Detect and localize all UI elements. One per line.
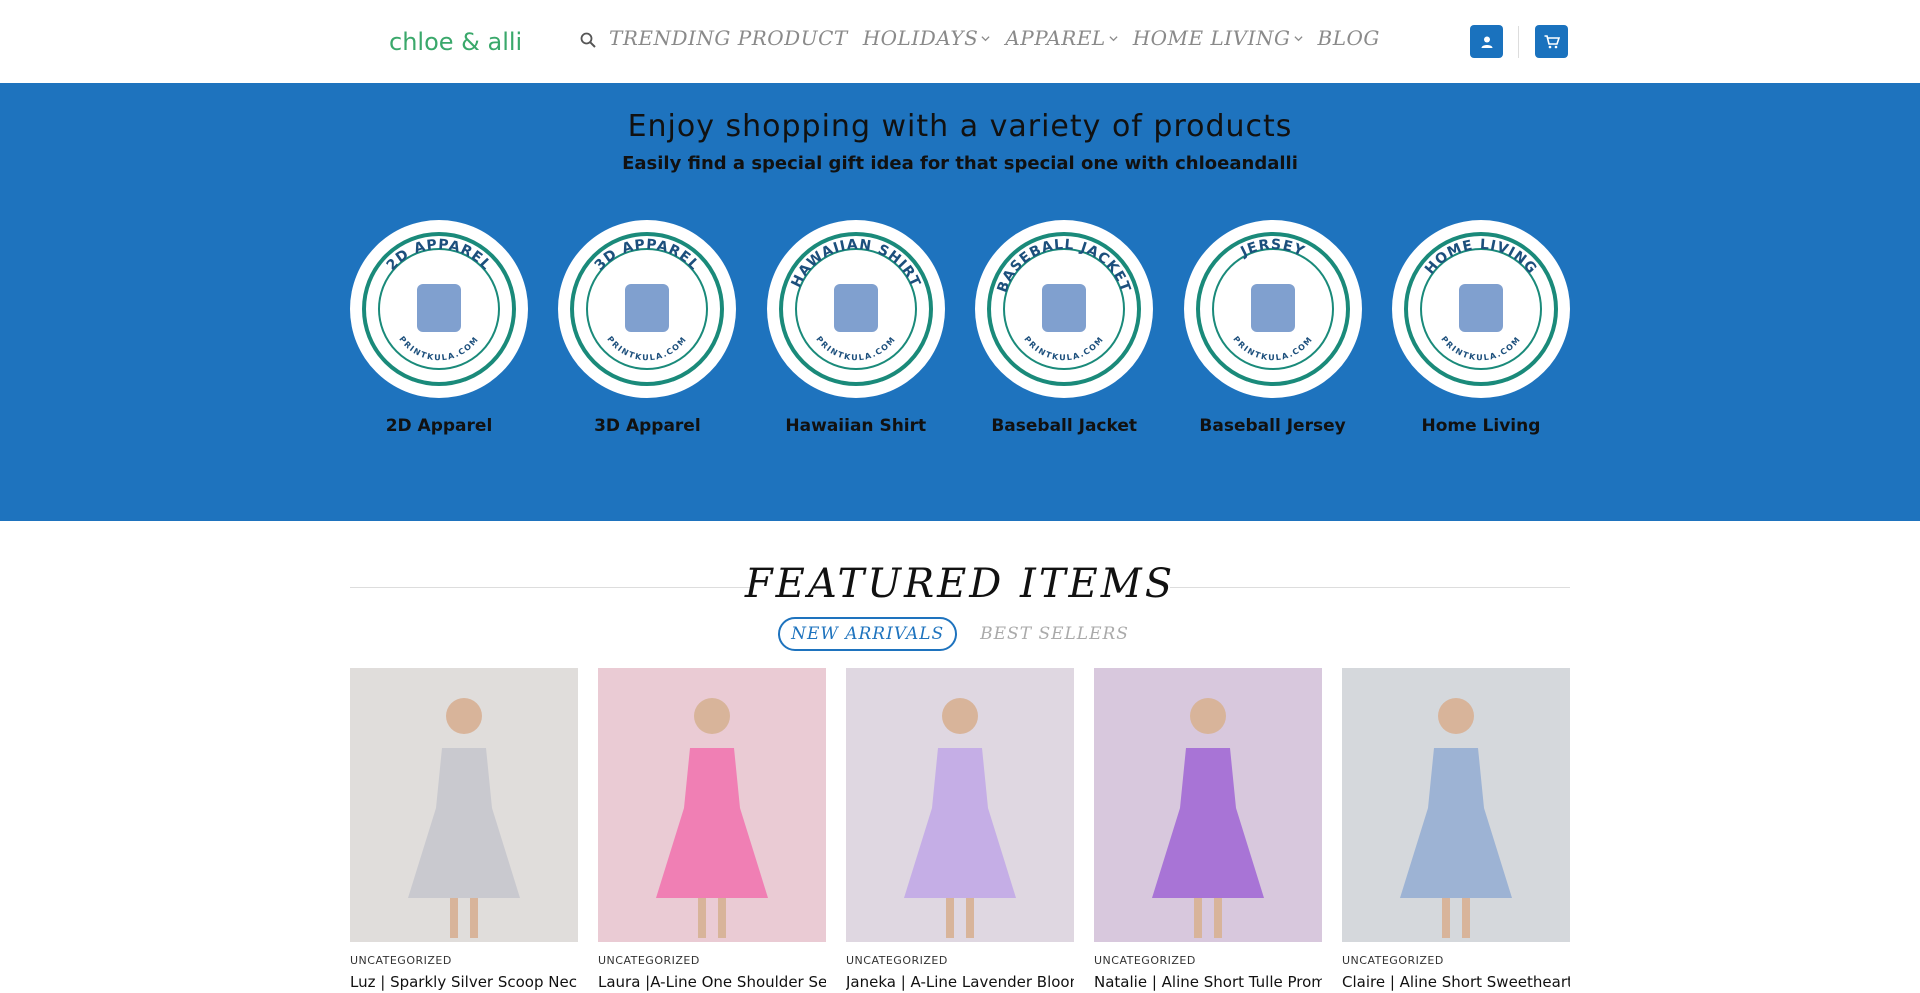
category-badge-graphic: 2D APPARELPRINTKULA.COM	[362, 232, 516, 386]
main-nav: TRENDING PRODUCT HOLIDAYS APPAREL HOME L…	[609, 26, 1380, 50]
category-badge-graphic: HAWAIIAN SHIRTPRINTKULA.COM	[778, 232, 933, 386]
nav-item-trending-product[interactable]: TRENDING PRODUCT	[609, 26, 848, 50]
product-thumbnail	[417, 284, 461, 332]
product-thumbnail	[1458, 284, 1503, 332]
product-card[interactable]: UNCATEGORIZED Janeka | A-Line Lavender Bl…	[846, 668, 1074, 992]
nav-item-apparel[interactable]: APPAREL	[1005, 26, 1118, 50]
category-baseball-jersey[interactable]: JERSEY PRINTKULA.COM Baseball Jersey	[1183, 220, 1362, 436]
chevron-down-icon	[1293, 35, 1303, 41]
category-label: 2D Apparel	[385, 416, 493, 436]
search-icon[interactable]	[580, 32, 596, 48]
user-icon	[1481, 36, 1492, 48]
product-image[interactable]	[598, 668, 826, 942]
product-category[interactable]: UNCATEGORIZED	[598, 954, 826, 967]
product-image[interactable]	[1342, 668, 1570, 942]
tab-new-arrivals[interactable]: NEW ARRIVALS	[778, 617, 958, 651]
product-title[interactable]: Luz | Sparkly Silver Scoop Neck Mirror T…	[350, 972, 578, 992]
product-card[interactable]: UNCATEGORIZED Luz | Sparkly Silver Scoop …	[350, 668, 578, 992]
cart-icon	[1544, 34, 1560, 48]
product-thumbnail	[625, 284, 670, 332]
site-logo[interactable]: chloe & alli	[389, 28, 522, 56]
product-image[interactable]	[350, 668, 578, 942]
nav-item-holidays[interactable]: HOLIDAYS	[863, 26, 991, 50]
hero-subtitle: Easily find a special gift idea for that…	[622, 153, 1298, 174]
hero-title: Enjoy shopping with a variety of product…	[627, 109, 1293, 144]
category-badge: HOME LIVING PRINTKULA.COM	[1391, 220, 1570, 398]
product-title[interactable]: Laura |A-Line One Shoulder Sequins Homec…	[598, 972, 826, 992]
featured-title: FEATURED ITEMS	[744, 561, 1176, 607]
category-badge: 3D APPAREL PRINTKULA.COM	[558, 220, 737, 398]
category-badge-graphic: HOME LIVINGPRINTKULA.COM	[1403, 232, 1558, 386]
nav-item-blog[interactable]: BLOG	[1318, 26, 1380, 50]
product-grid: UNCATEGORIZED Luz | Sparkly Silver Scoop …	[350, 668, 1570, 992]
site-header: chloe & alli TRENDING PRODUCT HOLIDAYS A…	[0, 0, 1920, 83]
product-category[interactable]: UNCATEGORIZED	[1342, 954, 1570, 967]
product-title[interactable]: Natalie | Aline Short Tulle Prom Dress w…	[1094, 972, 1322, 992]
product-thumbnail	[1042, 284, 1087, 332]
model-head	[694, 698, 730, 734]
category-label: Baseball Jacket	[991, 416, 1137, 436]
chevron-down-icon	[1109, 35, 1118, 41]
product-title[interactable]: Claire | Aline Short Sweetheart Tulle Fl…	[1342, 972, 1570, 992]
product-category[interactable]: UNCATEGORIZED	[846, 954, 1074, 967]
category-label: Baseball Jersey	[1199, 416, 1346, 436]
product-image[interactable]	[1094, 668, 1322, 942]
category-home-living[interactable]: HOME LIVING PRINTKULA.COM Home Living	[1391, 220, 1570, 436]
category-3d-apparel[interactable]: 3D APPAREL PRINTKULA.COM 3D Apparel	[558, 220, 737, 436]
product-title[interactable]: Janeka | A-Line Lavender Bloom Mini Home…	[846, 972, 1074, 992]
product-card[interactable]: UNCATEGORIZED Claire | Aline Short Sweeth…	[1342, 668, 1570, 992]
product-thumbnail	[833, 284, 878, 332]
hero-section: Enjoy shopping with a variety of product…	[0, 83, 1920, 521]
model-head	[1438, 698, 1474, 734]
product-category[interactable]: UNCATEGORIZED	[350, 954, 578, 967]
category-badge-graphic: BASEBALL JACKETPRINTKULA.COM	[987, 232, 1142, 386]
cart-button[interactable]	[1535, 25, 1568, 58]
product-category[interactable]: UNCATEGORIZED	[1094, 954, 1322, 967]
product-card[interactable]: UNCATEGORIZED Natalie | Aline Short Tulle…	[1094, 668, 1322, 992]
category-label: Home Living	[1421, 416, 1541, 436]
category-badge: BASEBALL JACKET PRINTKULA.COM	[975, 220, 1154, 398]
category-label: Hawaiian Shirt	[785, 416, 927, 436]
model-head	[942, 698, 978, 734]
tab-best-sellers[interactable]: BEST SELLERS	[967, 617, 1142, 651]
category-badge: JERSEY PRINTKULA.COM	[1183, 220, 1362, 398]
header-divider	[1518, 26, 1519, 58]
product-image[interactable]	[846, 668, 1074, 942]
model-head	[446, 698, 482, 734]
product-card[interactable]: UNCATEGORIZED Laura |A-Line One Shoulder …	[598, 668, 826, 992]
featured-tabs: NEW ARRIVALS BEST SELLERS	[0, 617, 1920, 651]
product-thumbnail	[1250, 284, 1295, 332]
category-badge-graphic: 3D APPARELPRINTKULA.COM	[570, 232, 725, 386]
category-baseball-jacket[interactable]: BASEBALL JACKET PRINTKULA.COM Baseball Jac…	[975, 220, 1154, 436]
category-badge: 2D APPAREL PRINTKULA.COM	[350, 220, 528, 398]
chevron-down-icon	[981, 35, 990, 41]
category-badge: HAWAIIAN SHIRT PRINTKULA.COM	[766, 220, 945, 398]
model-head	[1190, 698, 1226, 734]
category-2d-apparel[interactable]: 2D APPAREL PRINTKULA.COM 2D Apparel	[350, 220, 528, 436]
account-button[interactable]	[1470, 25, 1503, 58]
nav-item-home-living[interactable]: HOME LIVING	[1133, 26, 1303, 50]
category-list: 2D APPAREL PRINTKULA.COM 2D Apparel 3D APPA…	[350, 220, 1570, 436]
category-label: 3D Apparel	[594, 416, 701, 436]
category-badge-graphic: JERSEYPRINTKULA.COM	[1195, 232, 1350, 386]
category-hawaiian-shirt[interactable]: HAWAIIAN SHIRT PRINTKULA.COM Hawaiian Shir…	[766, 220, 945, 436]
